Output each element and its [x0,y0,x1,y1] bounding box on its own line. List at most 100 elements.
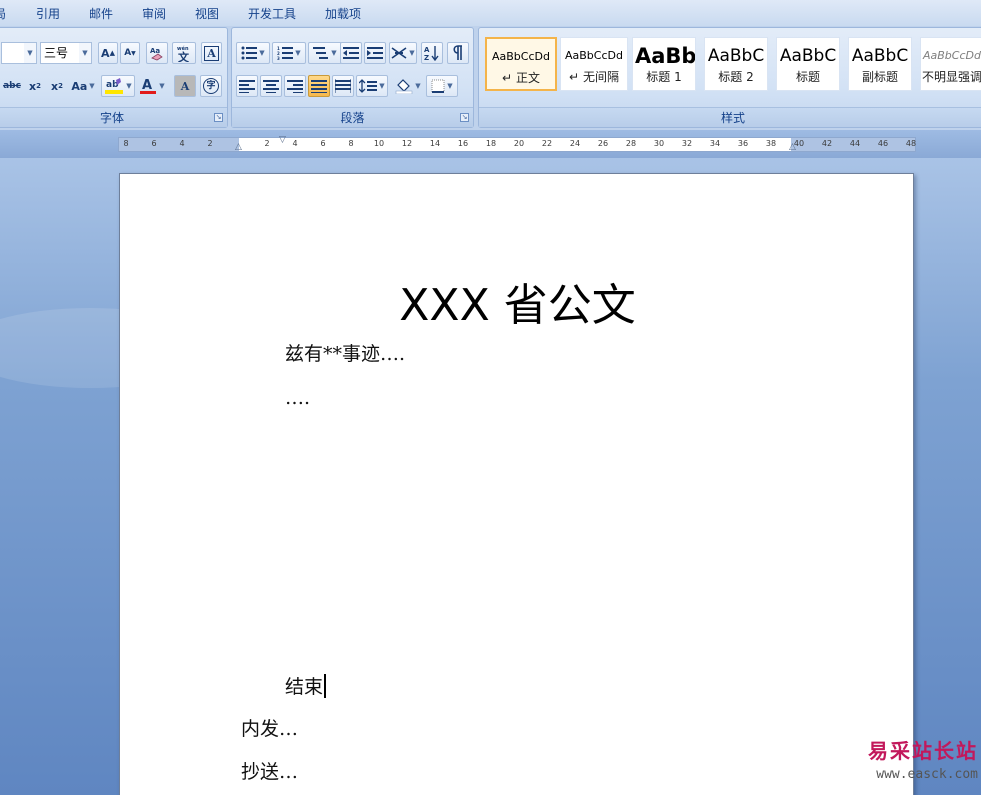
shrink-font-icon: A [124,48,132,58]
font-size-combo[interactable]: 三号 ▼ [40,42,92,64]
superscript-button[interactable]: x2 [47,75,67,97]
increase-indent-button[interactable] [364,42,386,64]
shading-button[interactable]: ▼ [392,75,424,97]
style-normal[interactable]: AaBbCcDd ↵ 正文 [485,37,557,91]
style-no-spacing[interactable]: AaBbCcDd ↵ 无间隔 [560,37,628,91]
closing-text: 结束 [285,676,324,698]
font-color-button[interactable]: A ▼ [137,75,167,97]
tab-layout[interactable]: 局 [0,5,6,22]
svg-text:3: 3 [277,56,280,60]
distributed-icon [335,79,351,93]
ruler-label: 34 [709,139,721,148]
styles-group: AaBbCcDd ↵ 正文 AaBbCcDd ↵ 无间隔 AaBb 标题 1 A… [478,27,981,128]
align-right-button[interactable] [284,75,306,97]
ruler-label: 26 [597,139,609,148]
paragraph-group-label: 段落 [232,107,473,127]
distributed-button[interactable] [332,75,354,97]
style-name: 不明显强调 [921,70,981,84]
numbering-button[interactable]: 1 2 3 ▼ [272,42,306,64]
style-heading-2[interactable]: AaBbC 标题 2 [704,37,768,91]
subscript-icon: x [29,79,37,93]
tab-developer[interactable]: 开发工具 [248,5,296,22]
align-center-button[interactable] [260,75,282,97]
style-sample: AaBbC [851,46,909,66]
style-subtle-emphasis[interactable]: AaBbCcDd 不明显强调 [920,37,981,91]
borders-button[interactable]: ▼ [426,75,458,97]
shrink-font-button[interactable]: A ▼ [120,42,140,64]
svg-text:A: A [142,78,152,93]
line-spacing-button[interactable]: ▼ [356,75,388,97]
ruler-label: 42 [821,139,833,148]
show-marks-button[interactable] [447,42,469,64]
style-heading-1[interactable]: AaBb 标题 1 [632,37,696,91]
multilevel-list-button[interactable]: ▼ [308,42,342,64]
clear-formatting-button[interactable]: Aa [146,42,168,64]
left-indent-marker[interactable]: △ [235,143,242,152]
ruler-label: 32 [681,139,693,148]
ruler-label: 20 [513,139,525,148]
tab-mailings[interactable]: 邮件 [89,5,113,22]
tab-addins[interactable]: 加载项 [325,5,361,22]
horizontal-ruler[interactable]: 8 6 4 2 2 4 6 8 10 12 14 16 18 20 22 24 … [118,136,917,152]
ruler-label: 48 [905,139,917,148]
phonetic-guide-icon: wén文 [177,45,190,62]
strikethrough-button[interactable]: abc [1,75,23,97]
ruler-label: 6 [151,139,157,148]
ribbon-tab-bar: 局 引用 邮件 审阅 视图 开发工具 加载项 [0,0,981,26]
sort-button[interactable]: AZ [421,42,443,64]
watermark-url: www.easck.com [876,767,978,782]
decrease-indent-button[interactable] [340,42,362,64]
font-name-combo[interactable]: ▼ [1,42,37,64]
font-dialog-launcher-icon[interactable]: ↘ [214,113,223,122]
ruler-label: 18 [485,139,497,148]
numbered-list-icon: 123 [277,46,294,60]
char-border-icon: A [204,45,219,61]
change-case-button[interactable]: Aa ▼ [69,75,97,97]
strikethrough-icon: abc [3,81,21,91]
tab-references[interactable]: 引用 [36,5,60,22]
first-line-indent-marker[interactable]: ▽ [279,136,286,145]
paragraph-dialog-launcher-icon[interactable]: ↘ [460,113,469,122]
ruler-label: 12 [401,139,413,148]
enclose-char-icon: 字 [203,78,219,94]
phonetic-guide-button[interactable]: wén 文 [172,42,196,64]
ruler-label: 6 [320,139,326,148]
grow-font-button[interactable]: A ▲ [98,42,118,64]
highlighter-icon: ab [105,78,124,94]
site-watermark: 易采站长站 www.easck.com [861,736,981,795]
char-shading-icon: A [180,79,190,93]
bullet-list-icon [241,46,258,60]
svg-text:文: 文 [178,50,190,62]
style-sample: AaBb [635,44,695,68]
document-title: XXX 省公文 [399,280,636,331]
paragraph-mark-icon [453,45,462,60]
tab-view[interactable]: 视图 [195,5,219,22]
style-name: 副标题 [861,70,898,84]
justify-button[interactable] [308,75,330,97]
tab-review[interactable]: 审阅 [142,5,166,22]
chinese-layout-button[interactable]: ▼ [389,42,417,64]
align-left-icon [239,80,255,93]
ruler-label: 30 [653,139,665,148]
enclose-char-button[interactable]: 字 [200,75,222,97]
right-indent-marker[interactable]: △ [789,143,796,152]
char-border-button[interactable]: A [201,42,222,64]
char-shading-button[interactable]: A [174,75,196,97]
style-sample: AaBbCcDd [565,49,623,62]
highlight-color-button[interactable]: ab ▼ [101,75,135,97]
style-sample: AaBbC [707,46,765,66]
align-left-button[interactable] [236,75,258,97]
superscript-icon: x [51,79,59,93]
style-subtitle[interactable]: AaBbC 副标题 [848,37,912,91]
document-page[interactable]: XXX 省公文 兹有**事迹…. …. 结束 内发… 抄送… [119,173,914,795]
text-cursor [324,674,327,698]
watermark-chinese: 易采站长站 [868,739,978,763]
bullets-button[interactable]: ▼ [236,42,270,64]
subscript-button[interactable]: x2 [25,75,45,97]
ruler-label: 44 [849,139,861,148]
decrease-indent-icon [343,47,359,59]
closing-line: 结束 [285,674,327,700]
style-title[interactable]: AaBbC 标题 [776,37,840,91]
change-case-icon: Aa [71,79,88,93]
ruler-label: 14 [429,139,441,148]
